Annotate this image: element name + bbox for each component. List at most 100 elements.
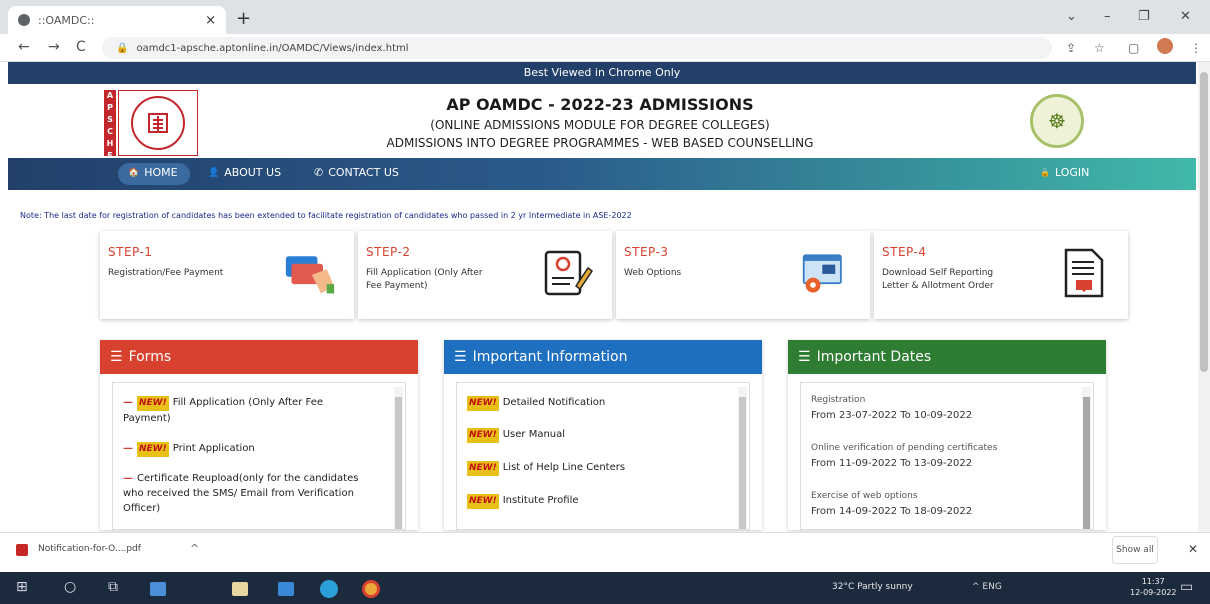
tab-title: ::OAMDC::: [38, 13, 95, 27]
close-window-button[interactable]: ✕: [1180, 9, 1191, 24]
list-icon: ☰: [110, 349, 123, 365]
site-favicon-icon: [18, 14, 30, 26]
forms-scrollbar[interactable]: [394, 387, 403, 529]
step-card-1[interactable]: STEP-1 Registration/Fee Payment: [100, 231, 354, 319]
lock-icon: 🔒: [1040, 168, 1050, 177]
new-badge-icon: NEW!: [467, 428, 499, 443]
info-link-institute-profile[interactable]: NEW! Institute Profile: [467, 493, 579, 509]
profile-avatar[interactable]: [1157, 38, 1173, 54]
nav-about[interactable]: 👤 ABOUT US: [208, 166, 281, 179]
application-form-icon: [542, 247, 594, 299]
forward-button[interactable]: →: [48, 39, 60, 55]
date-item-label: Exercise of web options: [811, 491, 918, 501]
step-description: Fill Application (Only After Fee Payment…: [366, 268, 483, 291]
notification-icon[interactable]: ▭: [1180, 579, 1193, 595]
bookmark-star-icon[interactable]: ☆: [1094, 41, 1105, 55]
home-icon: 🏠: [128, 167, 140, 178]
info-link-label: Institute Profile: [502, 495, 579, 506]
step-label: STEP-2: [366, 245, 411, 259]
info-link-label: User Manual: [502, 429, 566, 440]
form-link-certificate-reupload[interactable]: — Certificate Reupload(only for the candi…: [123, 471, 369, 516]
edge-browser-icon[interactable]: [320, 580, 338, 598]
info-link-user-manual[interactable]: NEW! User Manual: [467, 427, 565, 443]
download-options-chevron-icon[interactable]: ^: [190, 542, 199, 555]
list-icon: ☰: [798, 349, 811, 365]
step-description: Web Options: [624, 268, 682, 278]
nav-home[interactable]: 🏠 HOME: [128, 166, 178, 179]
info-list: NEW! Detailed Notification NEW! User Manua…: [456, 382, 750, 530]
page-subtitle: (ONLINE ADMISSIONS MODULE FOR DEGREE COL…: [430, 118, 770, 132]
taskbar-clock[interactable]: 11:37 12-09-2022: [1130, 576, 1177, 598]
new-badge-icon: NEW!: [467, 494, 499, 509]
dates-panel: ☰ Important Dates Registration From 23-0…: [788, 340, 1106, 530]
forms-list: — NEW! Fill Application (Only After Fee Pa…: [112, 382, 406, 530]
user-icon: 👤: [208, 167, 220, 178]
browser-tab[interactable]: ::OAMDC:: ×: [8, 6, 226, 34]
info-scrollbar[interactable]: [738, 387, 747, 529]
weather-status[interactable]: 32°C Partly sunny: [832, 582, 913, 592]
share-icon[interactable]: ⇪: [1066, 41, 1076, 55]
phone-icon: ✆: [314, 166, 324, 179]
step-card-3[interactable]: STEP-3 Web Options: [616, 231, 870, 319]
step-description: Registration/Fee Payment: [108, 268, 224, 278]
date-item-value: From 11-09-2022 To 13-09-2022: [811, 458, 973, 469]
nav-contact[interactable]: ✆ CONTACT US: [314, 166, 399, 179]
windows-taskbar: [0, 572, 1210, 604]
emblem-icon: [131, 96, 185, 150]
reload-button[interactable]: C: [76, 39, 86, 55]
form-link-label: Certificate Reupload(only for the candid…: [123, 473, 359, 514]
form-link-fill-application[interactable]: — NEW! Fill Application (Only After Fee Pa…: [123, 395, 373, 426]
close-download-bar-icon[interactable]: ✕: [1188, 542, 1198, 556]
system-tray[interactable]: ^ ENG: [972, 582, 1002, 592]
pdf-file-icon: [16, 544, 28, 556]
info-panel: ☰ Important Information NEW! Detailed Not…: [444, 340, 762, 530]
step-label: STEP-1: [108, 245, 153, 259]
url-text: oamdc1-apsche.aptonline.in/OAMDC/Views/i…: [136, 42, 409, 54]
back-button[interactable]: ←: [18, 39, 30, 55]
new-badge-icon: NEW!: [137, 396, 169, 411]
date-item: Exercise of web options From 14-09-2022 …: [811, 489, 972, 519]
apsche-logo[interactable]: [118, 90, 198, 156]
windows-start-icon[interactable]: ⊞: [16, 579, 28, 595]
step-description: Download Self Reporting Letter & Allotme…: [882, 268, 994, 291]
info-link-detailed-notification[interactable]: NEW! Detailed Notification: [467, 395, 605, 411]
app-icon[interactable]: [150, 582, 166, 596]
step-card-4[interactable]: STEP-4 Download Self Reporting Letter & …: [874, 231, 1128, 319]
form-link-print-application[interactable]: — NEW! Print Application: [123, 441, 373, 457]
ap-government-emblem-icon: ☸: [1030, 94, 1084, 148]
nav-contact-label: CONTACT US: [328, 166, 399, 179]
tab-search-chevron-icon[interactable]: ⌄: [1066, 9, 1077, 24]
download-filename[interactable]: Notification-for-O....pdf: [38, 544, 141, 554]
new-tab-button[interactable]: +: [236, 8, 251, 29]
maximize-button[interactable]: ❐: [1138, 9, 1150, 24]
clock-date: 12-09-2022: [1130, 588, 1177, 597]
chrome-browser-icon[interactable]: [362, 580, 380, 598]
url-input[interactable]: 🔒 oamdc1-apsche.aptonline.in/OAMDC/Views…: [102, 37, 1052, 59]
browser-menu-icon[interactable]: ⋮: [1190, 41, 1202, 55]
new-badge-icon: NEW!: [137, 442, 169, 457]
tab-close-icon[interactable]: ×: [205, 13, 216, 28]
forms-panel-header: ☰ Forms: [100, 340, 418, 374]
registration-note: Note: The last date for registration of …: [20, 211, 632, 220]
apsche-text-strip: A P S C H E: [104, 90, 116, 160]
search-icon[interactable]: ○: [64, 579, 76, 595]
file-explorer-icon[interactable]: [232, 582, 248, 596]
step-card-2[interactable]: STEP-2 Fill Application (Only After Fee …: [358, 231, 612, 319]
payment-card-icon: [284, 247, 336, 299]
side-panel-icon[interactable]: ▢: [1128, 41, 1139, 55]
nav-login-label: LOGIN: [1054, 166, 1090, 179]
dates-panel-title: Important Dates: [816, 349, 932, 365]
page-subtitle-2: ADMISSIONS INTO DEGREE PROGRAMMES - WEB …: [386, 136, 814, 150]
dates-scrollbar[interactable]: [1082, 387, 1091, 529]
minimize-button[interactable]: –: [1104, 9, 1111, 24]
info-panel-title: Important Information: [472, 349, 628, 365]
nav-login[interactable]: 🔒 LOGIN: [1040, 166, 1089, 179]
info-panel-header: ☰ Important Information: [444, 340, 762, 374]
step-label: STEP-4: [882, 245, 927, 259]
new-badge-icon: NEW!: [467, 461, 499, 476]
show-all-downloads-button[interactable]: Show all: [1112, 536, 1158, 564]
page-scrollbar[interactable]: [1198, 62, 1210, 532]
mail-icon[interactable]: [278, 582, 294, 596]
task-view-icon[interactable]: ⧉: [108, 579, 118, 595]
info-link-help-line-centers[interactable]: NEW! List of Help Line Centers: [467, 460, 625, 476]
